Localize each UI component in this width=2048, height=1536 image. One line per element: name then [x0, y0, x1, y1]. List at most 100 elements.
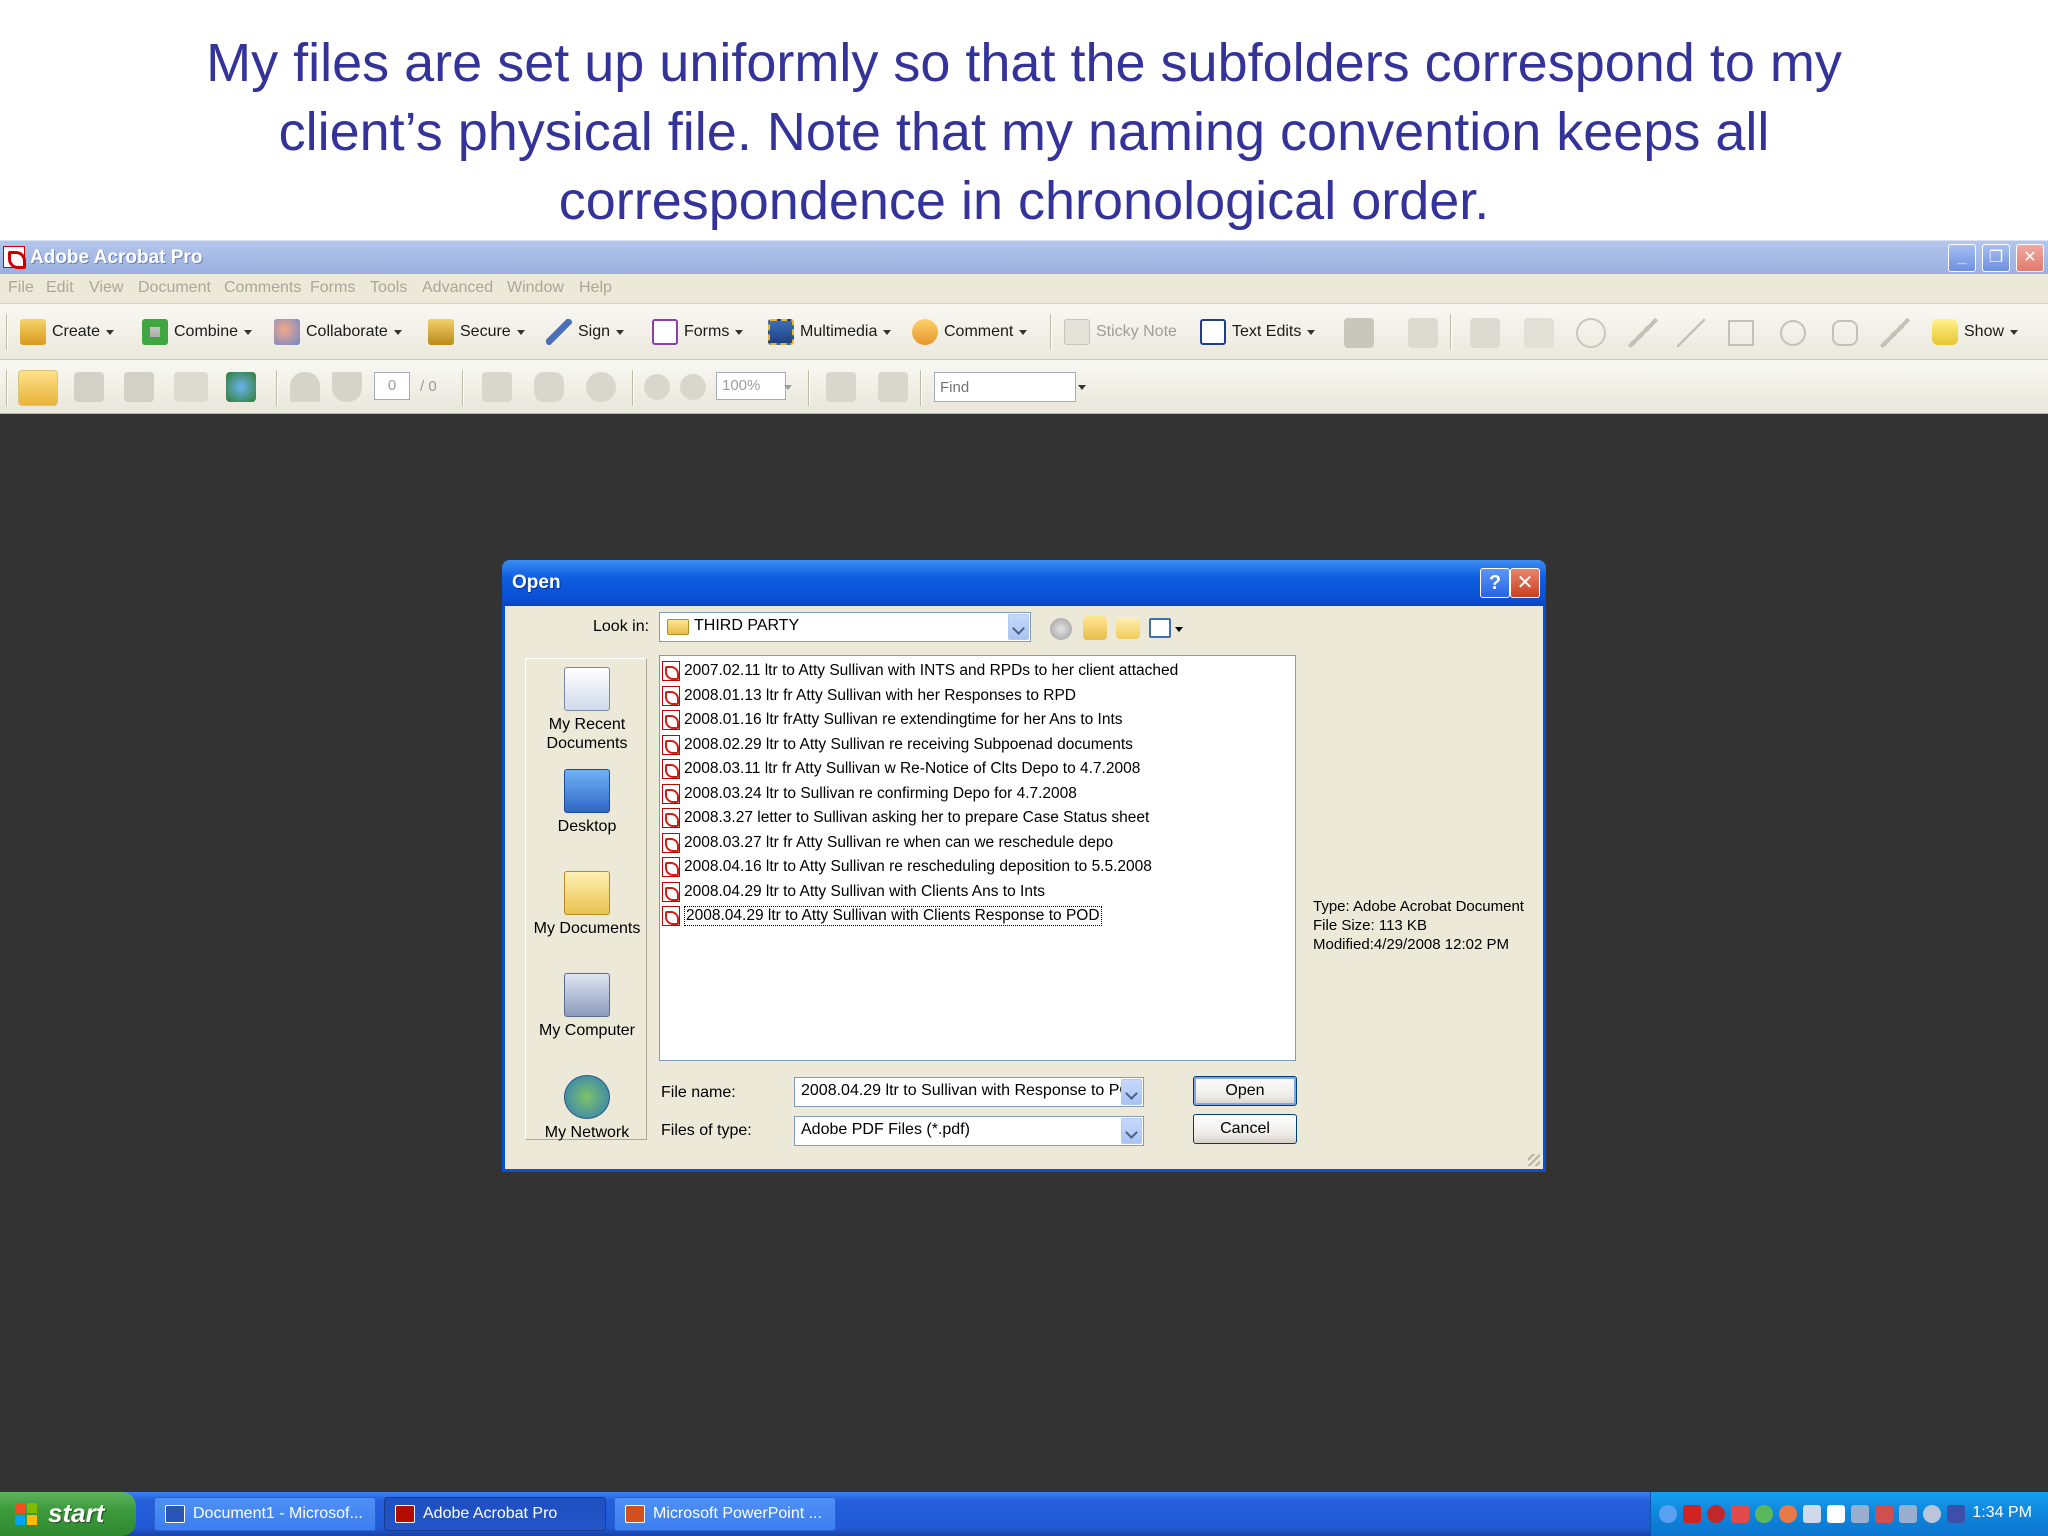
look-in-combo[interactable]: THIRD PARTY	[659, 612, 1031, 642]
text-edits-button[interactable]: Text Edits	[1200, 316, 1316, 348]
forms-button[interactable]: Forms	[652, 316, 744, 348]
list-item[interactable]: 2008.01.16 ltr frAtty Sullivan re extend…	[662, 708, 1123, 732]
place-my-recent-documents[interactable]: My Recent Documents	[526, 667, 648, 753]
next-page-icon[interactable]	[332, 372, 362, 402]
display-icon[interactable]	[1803, 1505, 1821, 1523]
close-button[interactable]: ✕	[2016, 244, 2044, 272]
page-number-field[interactable]: 0	[374, 372, 410, 400]
polygon-icon[interactable]	[1832, 320, 1858, 346]
zoom-tool-icon[interactable]	[586, 372, 616, 402]
open-button[interactable]: Open	[1193, 1076, 1297, 1106]
file-type-select[interactable]: Adobe PDF Files (*.pdf)	[794, 1116, 1144, 1146]
speaker-icon[interactable]	[1923, 1505, 1941, 1523]
list-item-selected[interactable]: 2008.04.29 ltr to Atty Sullivan with Cli…	[662, 904, 1102, 928]
list-item[interactable]: 2008.03.27 ltr fr Atty Sullivan re when …	[662, 831, 1113, 855]
views-dropdown-icon[interactable]	[1175, 627, 1183, 632]
email-icon[interactable]	[174, 372, 208, 402]
place-desktop[interactable]: Desktop	[526, 769, 648, 836]
rectangle-icon[interactable]	[1728, 320, 1754, 346]
resize-grip[interactable]	[1528, 1154, 1540, 1166]
place-my-documents[interactable]: My Documents	[526, 871, 648, 938]
list-item[interactable]: 2008.01.13 ltr fr Atty Sullivan with her…	[662, 684, 1076, 708]
wireless-signal-icon[interactable]	[1827, 1505, 1845, 1523]
list-item[interactable]: 2008.04.29 ltr to Atty Sullivan with Cli…	[662, 880, 1045, 904]
cloud-icon[interactable]	[1576, 318, 1606, 348]
select-tool-icon[interactable]	[482, 372, 512, 402]
back-icon[interactable]	[1050, 618, 1072, 640]
menu-tools[interactable]: Tools	[370, 279, 407, 297]
list-item[interactable]: 2007.02.11 ltr to Atty Sullivan with INT…	[662, 659, 1178, 683]
create-button[interactable]: Create	[20, 316, 115, 348]
disconnected-network-icon[interactable]	[1875, 1505, 1893, 1523]
text-box-icon[interactable]	[1408, 318, 1438, 348]
network-warning-icon[interactable]	[1731, 1505, 1749, 1523]
list-item[interactable]: 2008.02.29 ltr to Atty Sullivan re recei…	[662, 733, 1133, 757]
task-acrobat[interactable]: Adobe Acrobat Pro	[384, 1497, 606, 1531]
collaborate-button[interactable]: Collaborate	[274, 316, 402, 348]
secure-button[interactable]: Secure	[428, 316, 525, 348]
menu-edit[interactable]: Edit	[46, 279, 74, 297]
arrow-icon[interactable]	[1628, 318, 1658, 348]
menu-view[interactable]: View	[89, 279, 123, 297]
find-input[interactable]	[934, 372, 1076, 402]
oval-icon[interactable]	[1780, 320, 1806, 346]
place-my-network[interactable]: My Network	[526, 1075, 648, 1142]
file-name-value[interactable]: 2008.04.29 ltr to Sullivan with Response…	[801, 1082, 1132, 1099]
show-button[interactable]: Show	[1932, 316, 2019, 348]
pencil-icon[interactable]	[1880, 318, 1910, 348]
security-icon[interactable]	[1683, 1505, 1701, 1523]
menu-document[interactable]: Document	[138, 279, 211, 297]
sign-button[interactable]: Sign	[546, 316, 625, 348]
tray-app-icon[interactable]	[1779, 1505, 1797, 1523]
menu-window[interactable]: Window	[507, 279, 564, 297]
views-menu-icon[interactable]	[1149, 618, 1171, 638]
zoom-in-icon[interactable]	[680, 374, 706, 400]
multimedia-button[interactable]: Multimedia	[768, 316, 892, 348]
list-item[interactable]: 2008.03.11 ltr fr Atty Sullivan w Re-Not…	[662, 757, 1140, 781]
hand-tool-icon[interactable]	[534, 372, 564, 402]
zoom-dropdown-icon[interactable]	[784, 385, 792, 390]
restore-button[interactable]: ❐	[1982, 244, 2010, 272]
antivirus-icon[interactable]	[1707, 1505, 1725, 1523]
start-button[interactable]: start	[0, 1492, 136, 1536]
sticky-note-button[interactable]: Sticky Note	[1064, 316, 1177, 348]
fit-page-icon[interactable]	[878, 372, 908, 402]
update-icon[interactable]	[1755, 1505, 1773, 1523]
open-folder-icon[interactable]	[18, 370, 58, 406]
combine-button[interactable]: Combine	[142, 316, 253, 348]
chevron-down-icon[interactable]	[1121, 1079, 1142, 1105]
chevron-down-icon[interactable]	[1008, 614, 1029, 640]
menu-comments[interactable]: Comments	[224, 279, 301, 297]
help-button[interactable]: ?	[1480, 568, 1510, 598]
line-icon[interactable]	[1676, 318, 1706, 348]
save-icon[interactable]	[124, 372, 154, 402]
list-item[interactable]: 2008.3.27 letter to Sullivan asking her …	[662, 806, 1149, 830]
menu-help[interactable]: Help	[579, 279, 612, 297]
task-powerpoint[interactable]: Microsoft PowerPoint ...	[614, 1497, 836, 1531]
strikethrough-icon[interactable]	[1524, 318, 1554, 348]
task-word[interactable]: Document1 - Microsof...	[154, 1497, 376, 1531]
upload-icon[interactable]	[226, 372, 256, 402]
file-name-combo[interactable]: 2008.04.29 ltr to Sullivan with Response…	[794, 1077, 1144, 1107]
cancel-button[interactable]: Cancel	[1193, 1114, 1297, 1144]
place-my-computer[interactable]: My Computer	[526, 973, 648, 1040]
comment-button[interactable]: Comment	[912, 316, 1028, 348]
fit-width-icon[interactable]	[826, 372, 856, 402]
computer-icon[interactable]	[1899, 1505, 1917, 1523]
battery-icon[interactable]	[1947, 1505, 1965, 1523]
dialog-close-button[interactable]: ✕	[1510, 568, 1540, 598]
list-item[interactable]: 2008.04.16 ltr to Atty Sullivan re resch…	[662, 855, 1152, 879]
minimize-button[interactable]: _	[1948, 244, 1976, 272]
menu-forms[interactable]: Forms	[310, 279, 355, 297]
zoom-field[interactable]: 100%	[716, 372, 786, 400]
up-folder-icon[interactable]	[1083, 616, 1107, 640]
chevron-down-icon[interactable]	[1121, 1118, 1142, 1144]
highlight-icon[interactable]	[1470, 318, 1500, 348]
menu-file[interactable]: File	[8, 279, 34, 297]
list-item[interactable]: 2008.03.24 ltr to Sullivan re confirming…	[662, 782, 1077, 806]
show-hidden-icons-icon[interactable]	[1659, 1505, 1677, 1523]
find-dropdown-icon[interactable]	[1078, 385, 1086, 390]
previous-page-icon[interactable]	[290, 372, 320, 402]
new-folder-icon[interactable]	[1116, 617, 1140, 639]
menu-advanced[interactable]: Advanced	[422, 279, 493, 297]
